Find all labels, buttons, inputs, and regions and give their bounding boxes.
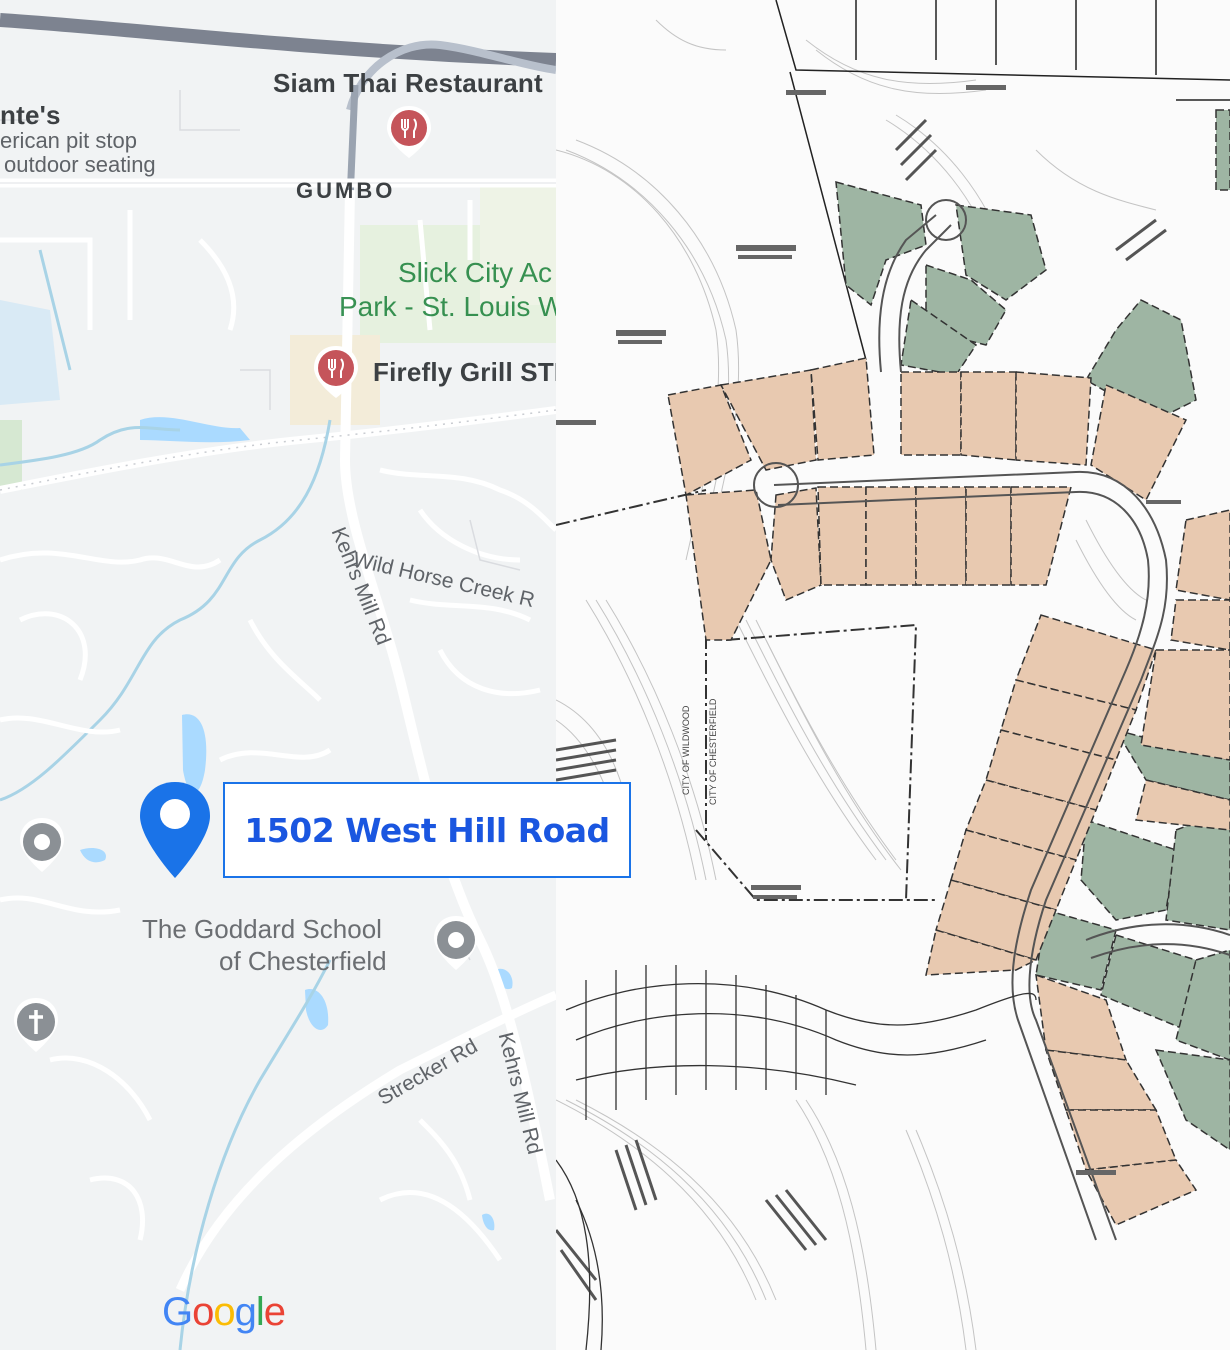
boundary-label-wildwood: CITY OF WILDWOOD [681,705,691,795]
google-logo-letter: g [234,1290,257,1334]
google-logo-letter: G [162,1290,193,1334]
area-label-gumbo: GUMBO [296,178,396,203]
water-body [0,300,60,405]
poi-label-firefly[interactable]: Firefly Grill STL [373,357,556,388]
google-logo-letter: o [213,1290,235,1334]
address-callout[interactable]: 1502 West Hill Road [223,782,631,878]
poi-label-partial[interactable]: nte's [0,100,61,131]
poi-label-slick-city-2[interactable]: Park - St. Louis W [339,290,556,324]
poi-label-goddard-2[interactable]: of Chesterfield [219,945,387,977]
map-base [0,13,556,1350]
subdivision-plat-panel: CITY OF WILDWOOD CITY OF CHESTERFIELD [556,0,1230,1350]
restaurant-pin-icon[interactable] [384,104,434,160]
plat-drawing: CITY OF WILDWOOD CITY OF CHESTERFIELD [556,0,1230,1350]
church-pin-icon[interactable] [11,996,61,1056]
restaurant-pin-icon[interactable] [311,344,361,400]
water-pond [80,848,106,863]
school-pin-icon[interactable] [431,914,481,974]
google-map-panel[interactable]: Siam Thai Restaurant nte's erican pit st… [0,0,556,1350]
poi-label-goddard-1[interactable]: The Goddard School [142,913,382,945]
address-callout-text: 1502 West Hill Road [244,810,610,850]
google-logo: Google [162,1290,286,1335]
tan-lots [667,357,1230,1226]
google-logo-letter: e [263,1290,286,1334]
location-pin-icon[interactable] [137,780,213,880]
poi-label-siam-thai[interactable]: Siam Thai Restaurant [273,68,543,99]
top-parcels [775,0,1230,361]
existing-subdivision [556,965,1037,1350]
park-area [0,420,22,490]
poi-desc-partial-1: erican pit stop [0,128,137,153]
composite-image: Siam Thai Restaurant nte's erican pit st… [0,0,1230,1350]
google-logo-letter: l [255,1290,265,1334]
poi-label-slick-city-1[interactable]: Slick City Ac [398,256,552,290]
water-pond [482,1213,495,1231]
boundary-label-chesterfield: CITY OF CHESTERFIELD [708,698,718,805]
water-pond [305,989,329,1030]
school-pin-icon[interactable] [17,816,67,876]
poi-desc-partial-2: outdoor seating [4,152,156,177]
google-logo-letter: o [192,1290,214,1334]
